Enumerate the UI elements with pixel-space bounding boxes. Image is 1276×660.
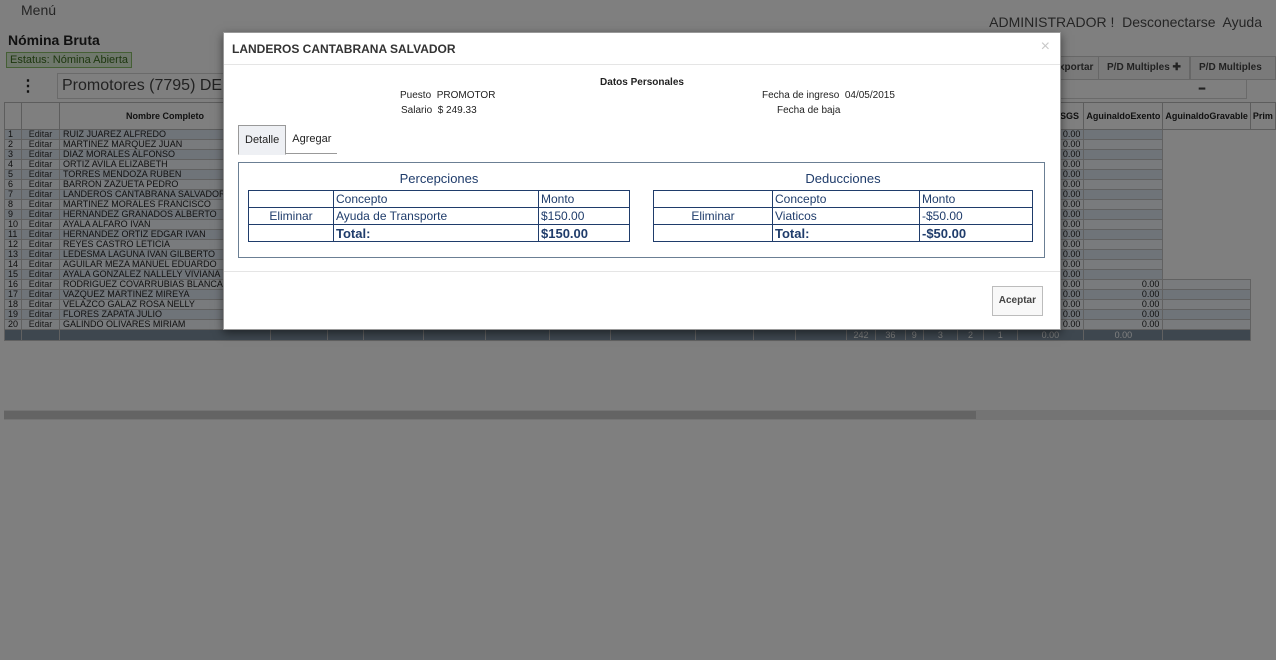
ingreso-label: Fecha de ingreso (762, 90, 840, 101)
percepciones-total-value: $150.00 (538, 224, 630, 242)
modal-header: LANDEROS CANTABRANA SALVADOR × (224, 33, 1060, 65)
deduccion-monto: -$50.00 (919, 207, 1033, 225)
deducciones-concepto-header: Concepto (772, 190, 920, 208)
percepcion-concepto: Ayuda de Transporte (333, 207, 539, 225)
eliminar-percepcion-link[interactable]: Eliminar (248, 207, 334, 225)
deduccion-row: Eliminar Viaticos -$50.00 (653, 207, 1033, 225)
employee-detail-modal: LANDEROS CANTABRANA SALVADOR × Datos Per… (223, 32, 1061, 330)
deducciones-total-label: Total: (772, 224, 920, 242)
salario-value: $ 249.33 (437, 105, 477, 116)
modal-title: LANDEROS CANTABRANA SALVADOR (232, 42, 456, 56)
percepcion-monto: $150.00 (538, 207, 630, 225)
deduccion-concepto: Viaticos (772, 207, 920, 225)
close-icon[interactable]: × (1041, 38, 1050, 56)
deducciones-table: Deducciones Concepto Monto Eliminar Viat… (653, 171, 1033, 242)
baja-label: Fecha de baja (777, 105, 841, 116)
puesto-label: Puesto (400, 90, 432, 101)
deducciones-monto-header: Monto (919, 190, 1033, 208)
ingreso-value: 04/05/2015 (844, 90, 895, 101)
percepcion-row: Eliminar Ayuda de Transporte $150.00 (248, 207, 630, 225)
puesto-value: PROMOTOR (436, 90, 496, 101)
detail-tabs: Detalle Agregar (238, 125, 338, 155)
percepciones-total-row: Total: $150.00 (248, 224, 630, 242)
puesto-row: Puesto PROMOTOR (400, 90, 495, 101)
percepciones-total-label: Total: (333, 224, 539, 242)
personal-data-heading: Datos Personales (600, 77, 684, 88)
percepciones-monto-header: Monto (538, 190, 630, 208)
percepciones-total-blank (248, 224, 334, 242)
deducciones-title: Deducciones (805, 171, 881, 186)
percepciones-blank-header (248, 190, 334, 208)
ingreso-row: Fecha de ingreso 04/05/2015 (762, 90, 895, 101)
accept-button[interactable]: Aceptar (991, 286, 1043, 316)
modal-footer-divider (224, 271, 1060, 272)
percepciones-table: Percepciones Concepto Monto Eliminar Ayu… (248, 171, 630, 242)
baja-row: Fecha de baja (777, 105, 843, 116)
eliminar-deduccion-link[interactable]: Eliminar (653, 207, 773, 225)
deducciones-total-blank (653, 224, 773, 242)
deducciones-total-value: -$50.00 (919, 224, 1033, 242)
salario-row: Salario $ 249.33 (401, 105, 477, 116)
tab-detalle[interactable]: Detalle (238, 125, 287, 155)
tab-agregar[interactable]: Agregar (286, 125, 338, 154)
percepciones-concepto-header: Concepto (333, 190, 539, 208)
deducciones-total-row: Total: -$50.00 (653, 224, 1033, 242)
percepciones-title: Percepciones (399, 171, 479, 186)
deducciones-blank-header (653, 190, 773, 208)
salario-label: Salario (401, 105, 433, 116)
